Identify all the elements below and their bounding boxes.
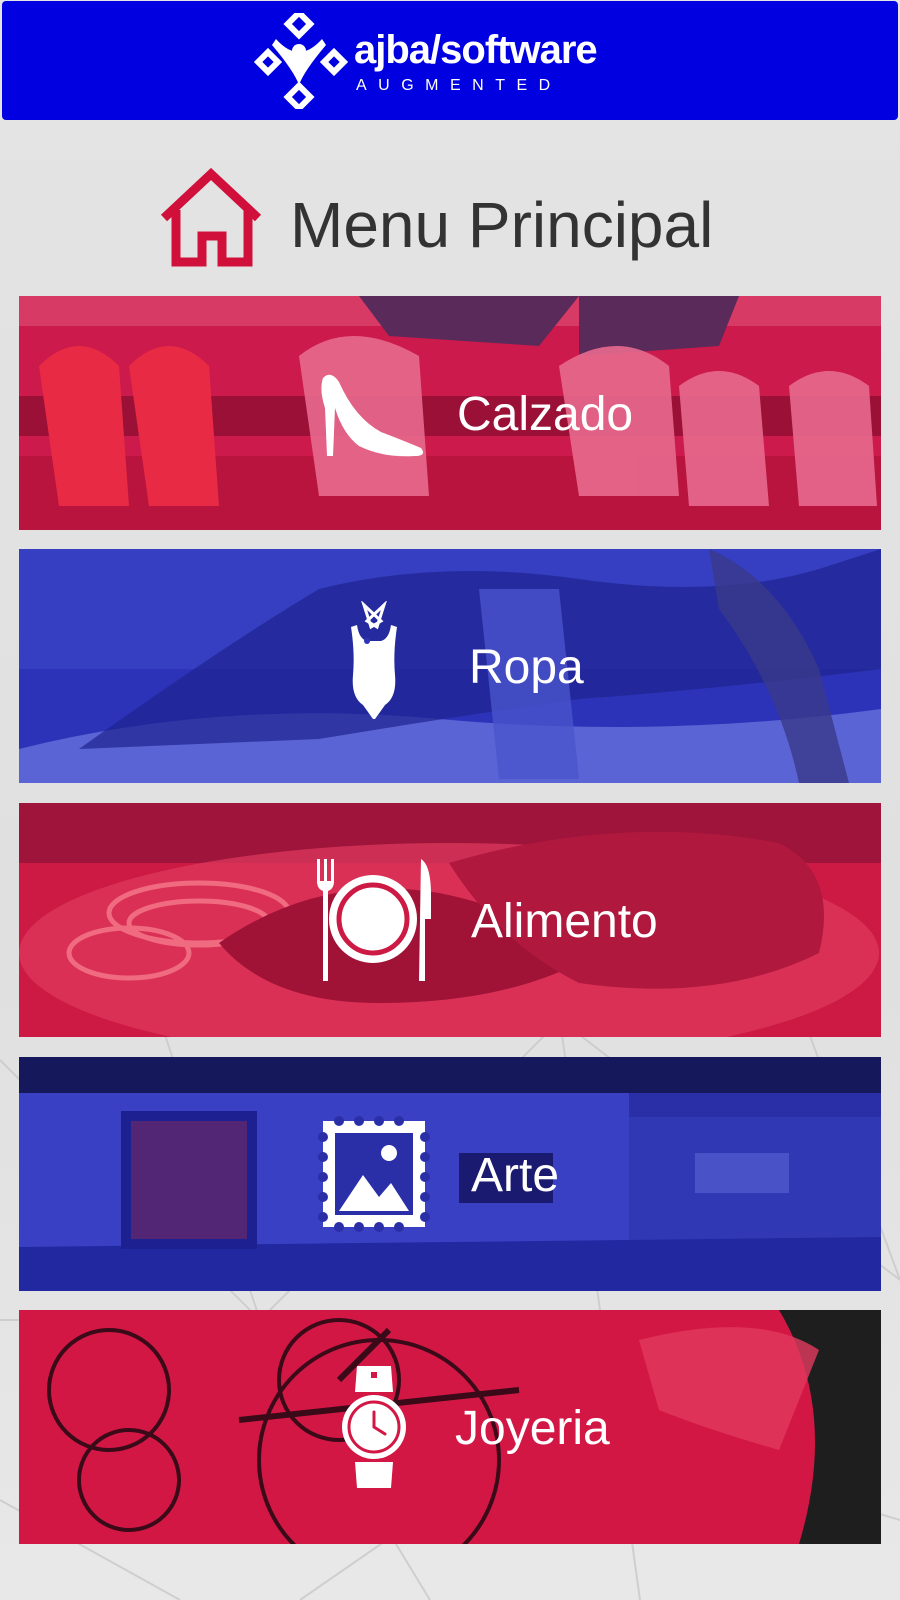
menu-tile-label: Arte [471,1149,560,1202]
menu-tile-label: Alimento [471,895,658,948]
tile-background-image [19,296,881,530]
wristwatch-icon [342,1366,406,1488]
menu-tile-ropa[interactable]: Ropa [19,549,881,783]
menu-tile-calzado[interactable]: Calzado [19,296,881,530]
menu-tile-arte[interactable]: Arte [19,1057,881,1291]
tile-background-image [19,549,881,783]
home-icon [160,167,262,267]
tile-background-image [19,1057,881,1291]
logo-mark-icon [254,13,348,109]
swimsuit-icon [351,601,397,719]
high-heel-icon [321,374,423,457]
picture-stamp-icon [318,1116,430,1232]
menu-tile-label: Joyeria [455,1402,610,1455]
logo-title: ajba/software [354,28,598,72]
menu-tile-label: Ropa [469,641,584,694]
tile-background-image [19,803,881,1037]
tile-background-image [19,1310,881,1544]
plate-cutlery-icon [317,859,431,981]
menu-tile-alimento[interactable]: Alimento [19,803,881,1037]
menu-tile-joyeria[interactable]: Joyeria [19,1310,881,1544]
logo-subtitle: AUGMENTED [356,77,562,94]
page-heading: Menu Principal [0,160,900,280]
menu-tile-label: Calzado [457,388,634,441]
page-title: Menu Principal [290,189,714,261]
app-header: ajba/software AUGMENTED [2,1,898,120]
